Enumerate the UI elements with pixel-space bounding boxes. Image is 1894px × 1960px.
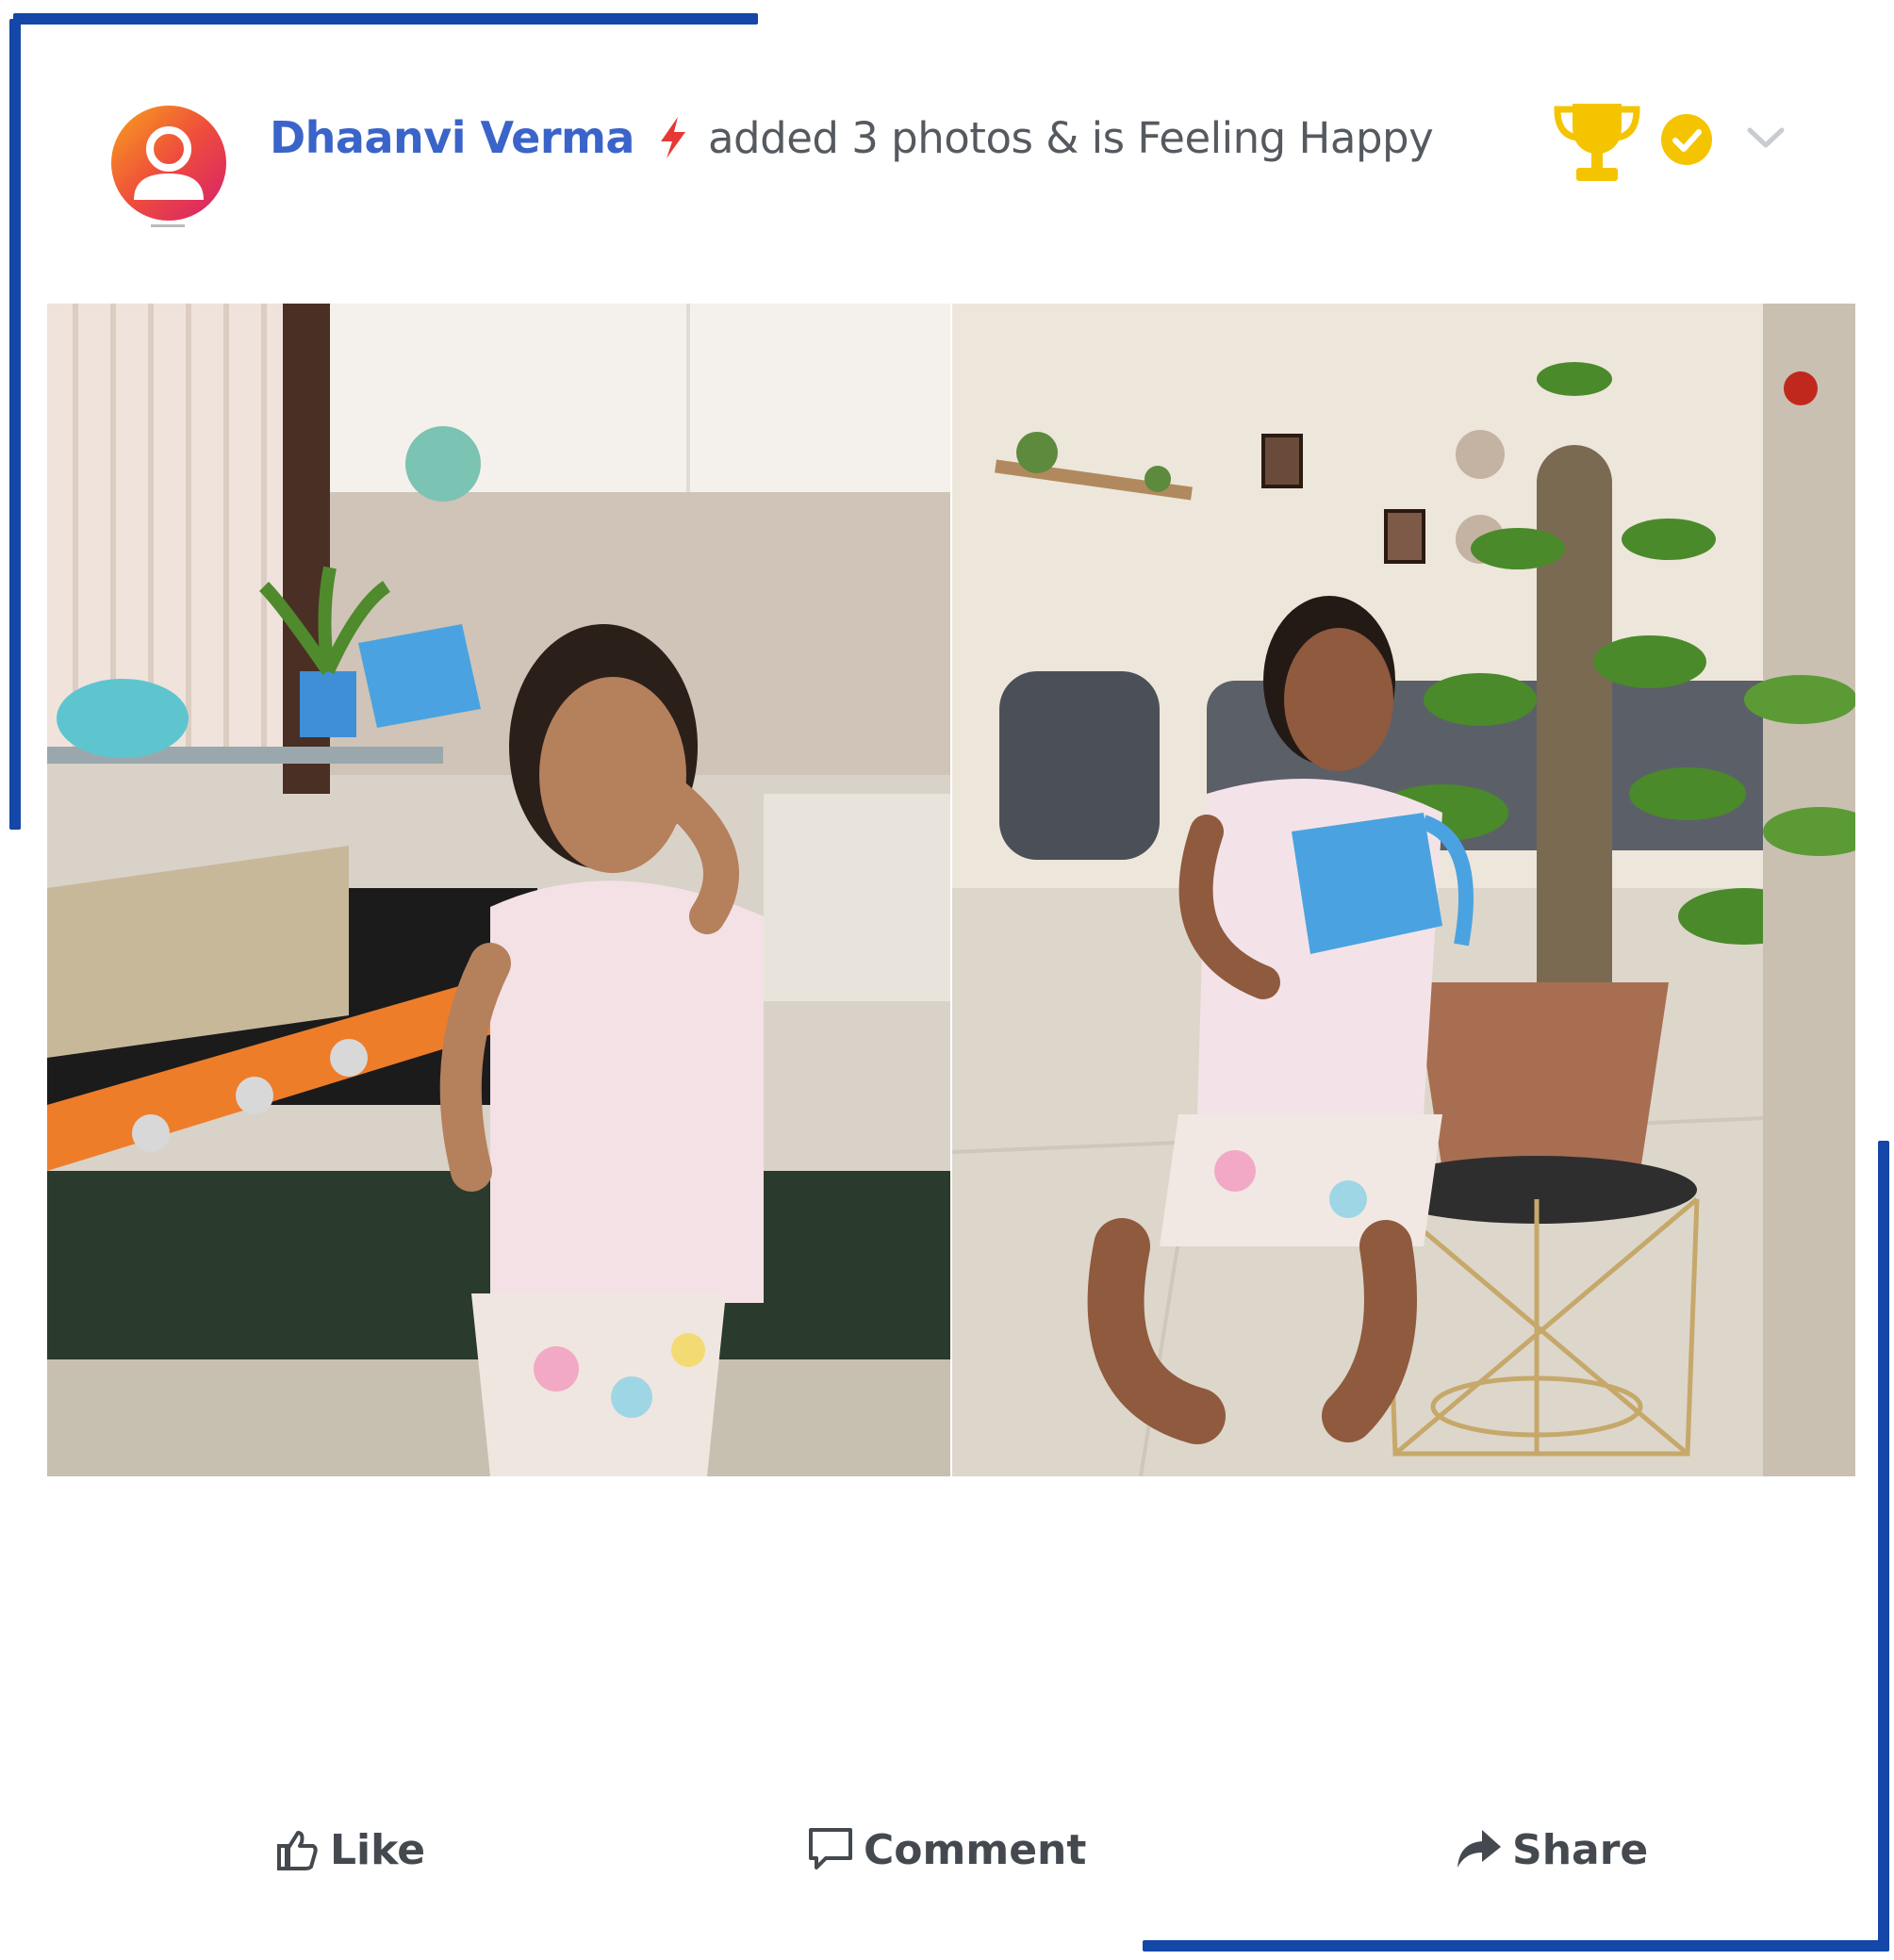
share-label: Share xyxy=(1512,1825,1649,1874)
comment-button[interactable]: Comment xyxy=(807,1810,1086,1889)
comment-icon xyxy=(809,1828,852,1869)
thumbs-up-icon xyxy=(277,1831,318,1870)
photo-girl-plant-icon xyxy=(952,304,1855,1476)
post-header: Dhaanvi Verma added 3 photos & is Feelin… xyxy=(270,102,1434,173)
like-label: Like xyxy=(330,1825,426,1874)
avatar-underline xyxy=(151,224,185,227)
share-icon xyxy=(1458,1830,1501,1868)
post-photo-1[interactable] xyxy=(47,304,950,1476)
photo-girl-kitchen-icon xyxy=(47,304,950,1476)
trophy-icon xyxy=(1554,104,1640,181)
user-icon xyxy=(134,126,204,200)
comment-label: Comment xyxy=(864,1825,1087,1874)
avatar[interactable] xyxy=(111,106,226,221)
post-photo-2[interactable] xyxy=(952,304,1855,1476)
chevron-down-icon[interactable] xyxy=(1742,119,1789,156)
verified-badge-icon xyxy=(1661,114,1712,165)
frame-corner-bottom-right xyxy=(1143,1940,1889,1952)
post-action-text: added 3 photos & is Feeling Happy xyxy=(707,112,1434,163)
lightning-icon xyxy=(660,117,685,158)
share-button[interactable]: Share xyxy=(1456,1810,1648,1889)
frame-corner-top-left-vertical xyxy=(9,19,21,830)
frame-corner-bottom-right-vertical xyxy=(1878,1141,1889,1952)
frame-corner-top-left xyxy=(13,13,758,25)
like-button[interactable]: Like xyxy=(275,1810,425,1889)
author-name[interactable]: Dhaanvi Verma xyxy=(270,112,634,163)
